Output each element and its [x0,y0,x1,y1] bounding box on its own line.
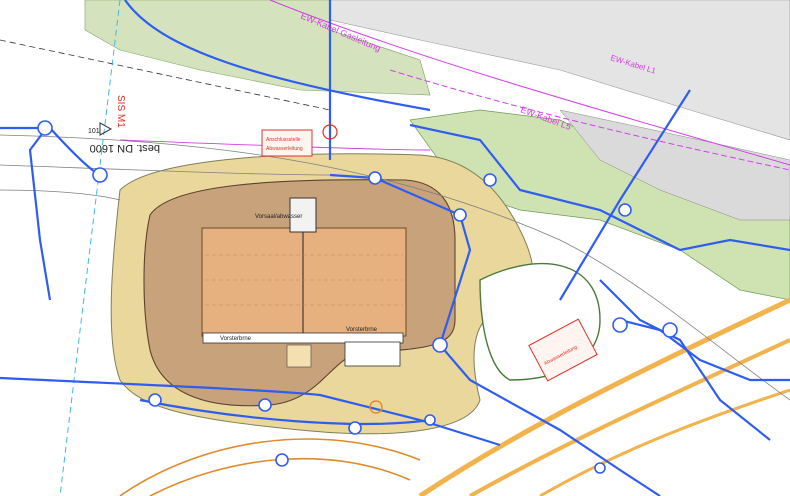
manhole-9 [148,393,162,407]
manhole-10 [258,398,272,412]
manhole-13 [424,414,436,426]
label-pipe-dn1600: best. DN 1600 [90,142,160,154]
manhole-1 [37,120,53,136]
basin-inner-floor [201,227,407,337]
site-plan-map: EW-Kabel Gasleitung EW-Kabel L5 EW-Kabel… [0,0,790,496]
manhole-14 [594,462,606,474]
manhole-12 [275,453,289,467]
label-red-note-1: Anschlussstelle [266,137,301,143]
manhole-4 [453,208,467,222]
label-vorsterbrne-2: Vorsterbrne [346,327,378,333]
manhole-11 [348,421,362,435]
manhole-7 [612,317,628,333]
outlet-structure [344,341,401,367]
manhole-2 [92,167,108,183]
red-note-box-1 [261,129,313,157]
manhole-6 [483,173,497,187]
label-sis-m1: SIS M1 [115,95,126,128]
label-building: Vorsaal/abwasser [255,214,302,220]
label-red-note-2: Abwasserleitung [266,146,303,152]
label-vorsterbrne-1: Vorsterbrne [220,336,252,342]
manhole-15 [618,203,632,217]
manhole-5 [432,337,448,353]
label-arrow-code: 101 [88,128,100,135]
stair-block [286,344,312,368]
manhole-3 [368,171,382,185]
manhole-8 [662,322,678,338]
